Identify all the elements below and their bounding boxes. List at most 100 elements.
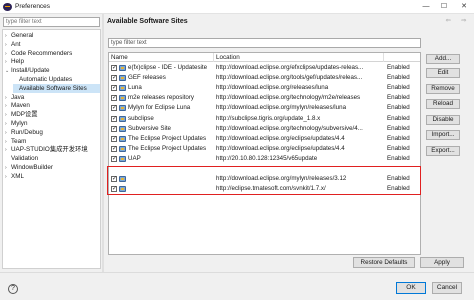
update-site-icon xyxy=(119,135,126,142)
update-site-icon xyxy=(119,155,126,162)
enabled-checkbox[interactable] xyxy=(111,144,117,154)
site-name-cell xyxy=(128,164,214,174)
minimize-button[interactable]: — xyxy=(420,2,432,12)
site-status-cell: Enabled xyxy=(387,154,410,162)
apply-button[interactable]: Apply xyxy=(420,257,464,268)
site-status-cell: Enabled xyxy=(387,175,410,183)
table-row[interactable]: m2e releases repository http://download.e… xyxy=(109,93,420,103)
tree-item[interactable]: Automatic Updates xyxy=(13,75,100,84)
tree-item[interactable]: › Java xyxy=(5,93,100,102)
update-site-icon xyxy=(119,105,126,112)
tree-item-label: Automatic Updates xyxy=(19,76,73,83)
site-name-cell: The Eclipse Project Updates xyxy=(128,134,207,142)
site-location-cell: http://download.eclipse.org/efxclipse/up… xyxy=(216,64,364,71)
export-button[interactable]: Export... xyxy=(426,146,460,156)
site-location-cell: http://eclipse.tmatesoft.com/svnkit/1.7.… xyxy=(216,185,326,193)
tree-item[interactable]: › General xyxy=(5,31,100,40)
preference-navigation-panel: type filter text › General › Ant › Code Recom… xyxy=(0,14,101,272)
tree-item-label: Maven xyxy=(11,102,30,110)
table-row[interactable]: The Eclipse Project Updates http://downlo… xyxy=(109,134,420,144)
back-arrow-icon[interactable]: ⇦ xyxy=(441,17,455,26)
cancel-button[interactable]: Cancel xyxy=(432,282,462,294)
enabled-checkbox[interactable] xyxy=(111,63,117,73)
update-site-icon xyxy=(119,85,126,92)
site-name-cell: UAP xyxy=(128,154,141,162)
tree-item[interactable]: Validation xyxy=(5,154,100,163)
enabled-checkbox[interactable] xyxy=(111,124,117,134)
remove-button[interactable]: Remove xyxy=(426,84,460,94)
enabled-checkbox[interactable] xyxy=(111,184,117,194)
tree-filter-input[interactable]: type filter text xyxy=(3,17,100,27)
table-row[interactable]: Luna http://download.eclipse.org/releases… xyxy=(109,83,420,93)
site-location-cell: http://download.eclipse.org/technology/m… xyxy=(216,94,361,102)
edit-button[interactable]: Edit xyxy=(426,68,460,78)
tree-item[interactable]: › XML xyxy=(5,172,100,181)
column-header-location[interactable]: Location xyxy=(214,53,384,62)
enabled-checkbox[interactable] xyxy=(111,134,117,144)
close-button[interactable]: ✕ xyxy=(458,2,470,12)
enabled-checkbox[interactable] xyxy=(111,154,117,164)
table-row[interactable]: Mylyn for Eclipse Luna http://download.ec… xyxy=(109,103,420,113)
site-status-cell: Enabled xyxy=(387,104,410,112)
sites-filter-input[interactable]: type filter text xyxy=(108,38,421,48)
update-site-icon xyxy=(119,176,126,183)
disable-button[interactable]: Disable xyxy=(426,115,460,125)
tree-item[interactable]: › Run/Debug xyxy=(5,128,100,137)
table-row[interactable]: subclipse http://subclipse.tigris.org/upd… xyxy=(109,114,420,124)
enabled-checkbox[interactable] xyxy=(111,114,117,124)
update-site-icon xyxy=(119,75,126,82)
import-button[interactable]: Import... xyxy=(426,130,460,140)
enabled-checkbox[interactable] xyxy=(111,93,117,103)
site-name-cell: The Eclipse Project Updates xyxy=(128,144,207,152)
site-name-cell: e(fx)clipse - IDE - Updatesite xyxy=(128,64,208,71)
tree-item[interactable]: › Help xyxy=(5,57,100,66)
tree-item-label: Ant xyxy=(11,40,21,48)
site-location-cell: http://download.eclipse.org/eclipse/upda… xyxy=(216,134,345,142)
tree-item[interactable]: › MDP设置 xyxy=(5,110,100,119)
enabled-checkbox[interactable] xyxy=(111,174,117,184)
reload-button[interactable]: Reload xyxy=(426,99,460,109)
table-row[interactable]: http://download.eclipse.org/mylyn/releas… xyxy=(109,174,420,184)
tree-item[interactable]: Available Software Sites xyxy=(13,83,100,93)
enabled-checkbox[interactable] xyxy=(111,83,117,93)
table-row[interactable] xyxy=(109,164,420,174)
table-row[interactable]: UAP http://20.10.80.128:12345/v65update En… xyxy=(109,154,420,164)
tree-item[interactable]: › Code Recommenders xyxy=(5,49,100,58)
column-header-enabled[interactable] xyxy=(384,53,420,62)
site-name-cell: m2e releases repository xyxy=(128,94,195,102)
enabled-checkbox[interactable] xyxy=(111,103,117,113)
site-name-cell xyxy=(128,174,214,184)
tree-item[interactable]: › Team xyxy=(5,137,100,146)
dialog-footer: ? OK Cancel xyxy=(0,272,474,300)
column-header-name[interactable]: Name xyxy=(109,53,214,62)
ok-button[interactable]: OK xyxy=(396,282,426,294)
table-row[interactable]: Subversive Site http://download.eclipse.o… xyxy=(109,124,420,134)
site-status-cell xyxy=(387,164,419,174)
tree-item[interactable]: › UAP-STUDIO集成开发环境 xyxy=(5,145,100,154)
help-icon[interactable]: ? xyxy=(8,284,18,294)
site-location-cell: http://download.eclipse.org/mylyn/releas… xyxy=(216,104,347,112)
site-name-cell xyxy=(128,184,214,194)
site-status-cell: Enabled xyxy=(387,74,410,82)
site-status-cell: Enabled xyxy=(387,114,410,122)
sites-table: Name Location e(fx)clipse - IDE - Update… xyxy=(108,52,421,255)
maximize-button[interactable]: ☐ xyxy=(438,2,450,12)
table-row[interactable]: e(fx)clipse - IDE - Updatesite http://dow… xyxy=(109,63,420,73)
site-location-cell: http://download.eclipse.org/technology/s… xyxy=(216,124,363,132)
tree-item-label: Validation xyxy=(11,155,39,163)
tree-item[interactable]: › Mylyn xyxy=(5,119,100,128)
tree-item[interactable]: › Ant xyxy=(5,40,100,49)
forward-arrow-icon[interactable]: ⇨ xyxy=(457,17,471,26)
table-row[interactable]: GEF releases http://download.eclipse.org/… xyxy=(109,73,420,83)
table-row[interactable]: The Eclipse Project Updates http://downlo… xyxy=(109,144,420,154)
tree-item[interactable]: › WindowBuilder xyxy=(5,163,100,172)
site-location-cell: http://download.eclipse.org/releases/lun… xyxy=(216,84,329,92)
tree-item[interactable]: ⌄ Install/Update xyxy=(5,66,100,75)
tree-item[interactable]: › Maven xyxy=(5,101,100,110)
enabled-checkbox[interactable] xyxy=(111,73,117,83)
add-button[interactable]: Add... xyxy=(426,54,460,64)
table-row[interactable]: http://eclipse.tmatesoft.com/svnkit/1.7.… xyxy=(109,184,420,194)
site-status-cell: Enabled xyxy=(387,134,410,142)
restore-defaults-button[interactable]: Restore Defaults xyxy=(353,257,415,268)
window-title: Preferences xyxy=(15,3,51,10)
